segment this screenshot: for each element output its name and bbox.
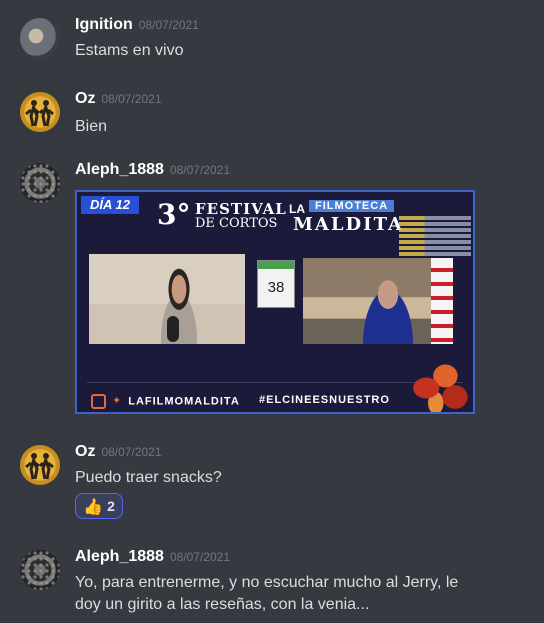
avatar[interactable] bbox=[20, 163, 60, 203]
instagram-icon bbox=[91, 394, 106, 409]
timestamp: 08/07/2021 bbox=[101, 92, 162, 106]
festival-subtitle: DE CORTOS bbox=[195, 216, 278, 231]
username[interactable]: Oz bbox=[75, 443, 95, 460]
hashtag: #ELCINEESNUESTRO bbox=[259, 394, 390, 406]
live-chat-overlay bbox=[399, 214, 471, 260]
viewer-counter: 38 bbox=[257, 260, 295, 308]
username[interactable]: Aleph_1888 bbox=[75, 548, 164, 565]
brand-top: FILMOTECA bbox=[309, 200, 395, 212]
webcam-left bbox=[89, 254, 245, 344]
message-oz: Oz 08/07/2021 Bien bbox=[0, 90, 544, 138]
webcam-right bbox=[303, 258, 453, 344]
timestamp: 08/07/2021 bbox=[169, 163, 230, 177]
avatar[interactable] bbox=[20, 92, 60, 132]
brand-bottom: MALDITA bbox=[293, 214, 404, 235]
silhouette-icon bbox=[25, 100, 54, 127]
embedded-image[interactable]: DÍA 12 3° FESTIVAL DE CORTOS LA FILMOTEC… bbox=[75, 190, 475, 414]
message-aleph-2: Aleph_1888 08/07/2021 Yo, para entrenerme… bbox=[0, 548, 544, 620]
social-handle: ✦ LAFILMOMALDITA bbox=[91, 394, 240, 409]
timestamp: 08/07/2021 bbox=[101, 445, 162, 459]
festival-number: 3° bbox=[157, 198, 191, 231]
username[interactable]: Aleph_1888 bbox=[75, 161, 164, 178]
bacon-logo bbox=[407, 352, 471, 412]
twitter-icon: ✦ bbox=[112, 395, 123, 408]
silhouette-icon bbox=[25, 453, 54, 480]
message-ignition: Ignition 08/07/2021 Estams en vivo bbox=[0, 16, 544, 64]
username[interactable]: Oz bbox=[75, 90, 95, 107]
username[interactable]: Ignition bbox=[75, 16, 133, 33]
reaction-thumbs-up[interactable]: 👍 2 bbox=[75, 493, 123, 519]
message-text: Yo, para entrenerme, y no escuchar mucho… bbox=[75, 574, 459, 613]
avatar[interactable] bbox=[20, 550, 60, 590]
social-handle-text: LAFILMOMALDITA bbox=[128, 395, 240, 408]
avatar[interactable] bbox=[20, 18, 60, 58]
message-text: Estams en vivo bbox=[75, 42, 184, 59]
message-text: Bien bbox=[75, 118, 108, 135]
microphone-icon bbox=[167, 316, 179, 342]
timestamp: 08/07/2021 bbox=[169, 550, 230, 564]
message-text: Puedo traer snacks? bbox=[75, 469, 222, 486]
thumbs-up-icon: 👍 bbox=[83, 496, 104, 516]
counter-value: 38 bbox=[267, 279, 285, 296]
day-badge: DÍA 12 bbox=[81, 196, 139, 214]
avatar[interactable] bbox=[20, 445, 60, 485]
reaction-count: 2 bbox=[107, 498, 115, 514]
timestamp: 08/07/2021 bbox=[138, 18, 199, 32]
